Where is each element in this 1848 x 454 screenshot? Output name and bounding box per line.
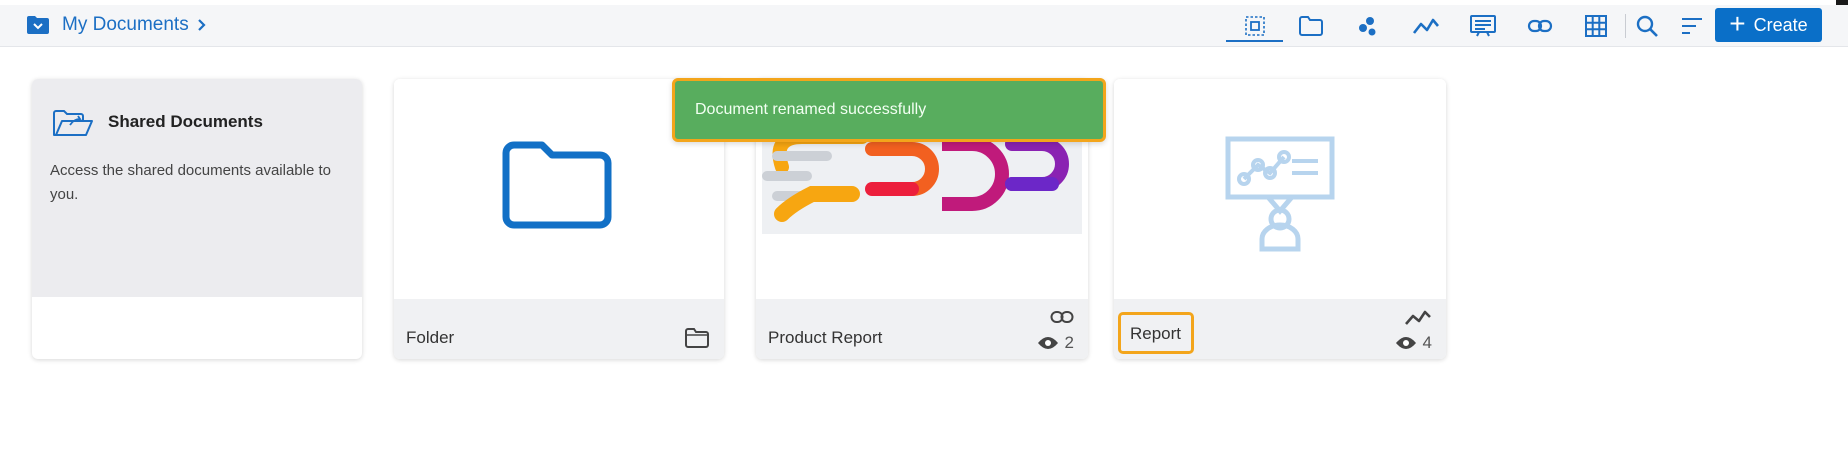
dashboard-icon[interactable] <box>1466 10 1500 42</box>
report-thumbnail <box>1114 79 1446 299</box>
sort-icon[interactable] <box>1675 10 1709 42</box>
breadcrumb-label[interactable]: My Documents <box>62 14 189 36</box>
shared-documents-description: Access the shared documents available to… <box>50 162 331 203</box>
product-report-card-footer: Product Report 2 <box>756 299 1088 359</box>
report-name-highlight[interactable]: Report <box>1118 312 1194 354</box>
link-icon <box>1050 309 1074 330</box>
product-report-view-count: 2 <box>1064 333 1074 352</box>
top-bar: My Documents + Create <box>0 5 1848 47</box>
breadcrumb[interactable]: My Documents <box>26 12 209 38</box>
search-icon[interactable] <box>1630 10 1664 42</box>
report-views: 4 <box>1395 333 1432 353</box>
folder-dropdown-icon[interactable] <box>26 15 50 35</box>
shared-documents-card[interactable]: Shared Documents Access the shared docum… <box>32 79 362 359</box>
line-chart-icon <box>1404 309 1432 332</box>
all-items-icon[interactable] <box>1238 10 1272 42</box>
product-report-views: 2 <box>1037 333 1074 353</box>
folder-thumbnail-icon <box>502 141 612 229</box>
create-button-label: Create <box>1753 14 1808 35</box>
report-card-name[interactable]: Report <box>1130 324 1181 344</box>
eye-icon <box>1395 337 1416 349</box>
line-chart-icon[interactable] <box>1409 10 1443 42</box>
table-grid-icon[interactable] <box>1579 10 1613 42</box>
success-toast: Document renamed successfully <box>672 78 1106 142</box>
toolbar-divider <box>1625 14 1626 38</box>
presentation-chart-icon <box>1225 136 1335 252</box>
link-icon[interactable] <box>1523 10 1557 42</box>
create-button[interactable]: + Create <box>1715 8 1822 42</box>
chevron-right-icon <box>195 17 209 33</box>
shared-documents-title: Shared Documents <box>108 112 263 131</box>
folder-card-name[interactable]: Folder <box>406 328 454 348</box>
shared-documents-panel: Shared Documents Access the shared docum… <box>32 79 362 297</box>
report-view-count: 4 <box>1422 333 1432 352</box>
shared-folder-icon <box>50 105 96 141</box>
active-tab-indicator <box>1226 40 1283 42</box>
eye-icon <box>1037 337 1058 349</box>
product-report-card-name[interactable]: Product Report <box>768 328 882 348</box>
datasheet-icon[interactable] <box>1351 10 1385 42</box>
folder-filter-icon[interactable] <box>1294 10 1328 42</box>
folder-icon <box>684 327 710 354</box>
toast-message: Document renamed successfully <box>695 101 927 118</box>
plus-icon: + <box>1729 8 1746 39</box>
folder-card-footer: Folder <box>394 299 724 359</box>
